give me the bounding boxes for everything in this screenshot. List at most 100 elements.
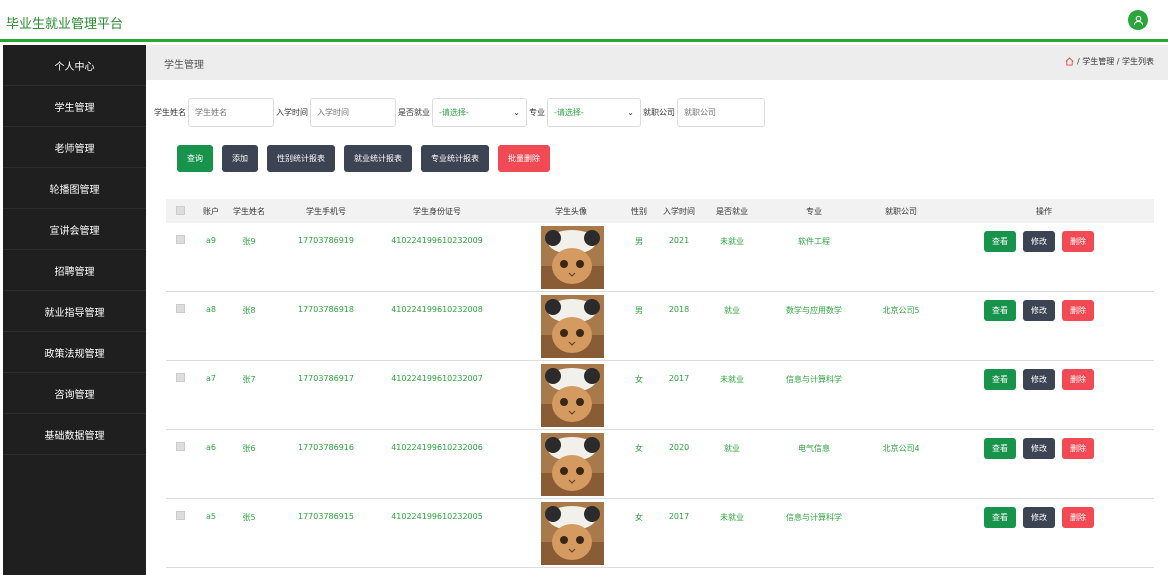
student-name-input[interactable] bbox=[188, 98, 274, 127]
major-report-button[interactable]: 专业统计报表 bbox=[421, 145, 489, 172]
edit-button[interactable]: 修改 bbox=[1023, 231, 1055, 252]
sidebar-item-teachers[interactable]: 老师管理 bbox=[3, 127, 146, 168]
cell-idcard: 410224199610232006 bbox=[391, 443, 483, 452]
view-button[interactable]: 查看 bbox=[984, 369, 1016, 390]
row-actions: 查看 修改 删除 bbox=[984, 300, 1094, 321]
cell-year: 2021 bbox=[668, 236, 690, 245]
main-content: 学生管理 / 学生管理 / 学生列表 学生姓名 入学时间 是否就业 -请选择- ⌄… bbox=[146, 45, 1168, 575]
header-actions: 操作 bbox=[1036, 206, 1052, 216]
edit-button[interactable]: 修改 bbox=[1023, 300, 1055, 321]
home-icon[interactable] bbox=[1065, 57, 1074, 66]
student-photo bbox=[541, 502, 604, 565]
row-actions: 查看 修改 删除 bbox=[984, 369, 1094, 390]
add-button[interactable]: 添加 bbox=[222, 145, 258, 172]
sidebar-item-consulting[interactable]: 咨询管理 bbox=[3, 373, 146, 414]
cell-major: 数学与应用数学 bbox=[786, 306, 842, 315]
cell-phone: 17703786917 bbox=[298, 374, 354, 383]
header-year: 入学时间 bbox=[663, 206, 695, 216]
delete-button[interactable]: 删除 bbox=[1062, 369, 1094, 390]
cell-name: 张6 bbox=[242, 444, 256, 453]
cell-major: 信息与计算科学 bbox=[786, 375, 842, 384]
sidebar-item-policies[interactable]: 政策法规管理 bbox=[3, 332, 146, 373]
breadcrumb-bar: 学生管理 / 学生管理 / 学生列表 bbox=[146, 45, 1168, 80]
top-header: 毕业生就业管理平台 bbox=[0, 0, 1168, 42]
cell-phone: 17703786919 bbox=[298, 236, 354, 245]
date-label: 入学时间 bbox=[276, 108, 308, 117]
breadcrumb: / 学生管理 / 学生列表 bbox=[1065, 56, 1154, 67]
cell-gender: 女 bbox=[635, 444, 643, 453]
sidebar-item-seminars[interactable]: 宣讲会管理 bbox=[3, 209, 146, 250]
cell-year: 2017 bbox=[668, 512, 690, 521]
employment-report-button[interactable]: 就业统计报表 bbox=[344, 145, 412, 172]
cell-name: 张7 bbox=[242, 375, 256, 384]
sidebar-item-recruitment[interactable]: 招聘管理 bbox=[3, 250, 146, 291]
view-button[interactable]: 查看 bbox=[984, 231, 1016, 252]
query-button[interactable]: 查询 bbox=[177, 145, 213, 172]
edit-button[interactable]: 修改 bbox=[1023, 507, 1055, 528]
header-gender: 性别 bbox=[631, 206, 647, 216]
employed-select[interactable]: -请选择- ⌄ bbox=[432, 98, 527, 127]
cell-account: a8 bbox=[206, 305, 216, 314]
row-actions: 查看 修改 删除 bbox=[984, 231, 1094, 252]
edit-button[interactable]: 修改 bbox=[1023, 369, 1055, 390]
delete-button[interactable]: 删除 bbox=[1062, 231, 1094, 252]
student-photo bbox=[541, 364, 604, 427]
select-all-checkbox[interactable] bbox=[176, 206, 185, 215]
search-filters: 学生姓名 入学时间 是否就业 -请选择- ⌄ 专业 -请选择- ⌄ 就职公司 bbox=[154, 98, 767, 127]
cell-gender: 女 bbox=[635, 513, 643, 522]
table-row: a8 张8 17703786918 410224199610232008 男 2018 就业… bbox=[166, 292, 1154, 361]
cell-year: 2020 bbox=[668, 443, 690, 452]
company-label: 就职公司 bbox=[643, 108, 675, 117]
student-photo bbox=[541, 295, 604, 358]
sidebar-item-basic-data[interactable]: 基础数据管理 bbox=[3, 414, 146, 455]
row-checkbox[interactable] bbox=[176, 235, 185, 244]
cell-idcard: 410224199610232005 bbox=[391, 512, 483, 521]
user-icon bbox=[1133, 15, 1143, 25]
action-toolbar: 查询 添加 性别统计报表 就业统计报表 专业统计报表 批量删除 bbox=[177, 145, 550, 172]
cell-gender: 男 bbox=[635, 237, 643, 246]
view-button[interactable]: 查看 bbox=[984, 438, 1016, 459]
cell-employed: 未就业 bbox=[720, 375, 744, 384]
company-input[interactable] bbox=[677, 98, 765, 127]
sidebar-item-carousel[interactable]: 轮播图管理 bbox=[3, 168, 146, 209]
row-checkbox[interactable] bbox=[176, 373, 185, 382]
cell-phone: 17703786918 bbox=[298, 305, 354, 314]
header-photo: 学生头像 bbox=[555, 206, 587, 216]
gender-report-button[interactable]: 性别统计报表 bbox=[267, 145, 335, 172]
student-photo-image bbox=[541, 502, 604, 565]
cell-employed: 就业 bbox=[724, 306, 740, 315]
major-select[interactable]: -请选择- ⌄ bbox=[547, 98, 641, 127]
student-photo bbox=[541, 226, 604, 289]
cell-idcard: 410224199610232007 bbox=[391, 374, 483, 383]
table-row: a7 张7 17703786917 410224199610232007 女 2017 未就… bbox=[166, 361, 1154, 430]
cell-company: 北京公司5 bbox=[882, 306, 920, 315]
chevron-down-icon: ⌄ bbox=[627, 108, 634, 117]
row-checkbox[interactable] bbox=[176, 442, 185, 451]
batch-delete-button[interactable]: 批量删除 bbox=[498, 145, 550, 172]
row-actions: 查看 修改 删除 bbox=[984, 507, 1094, 528]
view-button[interactable]: 查看 bbox=[984, 507, 1016, 528]
edit-button[interactable]: 修改 bbox=[1023, 438, 1055, 459]
view-button[interactable]: 查看 bbox=[984, 300, 1016, 321]
delete-button[interactable]: 删除 bbox=[1062, 507, 1094, 528]
cell-account: a9 bbox=[206, 236, 216, 245]
sidebar-item-students[interactable]: 学生管理 bbox=[3, 86, 146, 127]
table-row: a9 张9 17703786919 410224199610232009 男 2021 未就… bbox=[166, 223, 1154, 292]
row-checkbox[interactable] bbox=[176, 304, 185, 313]
row-checkbox[interactable] bbox=[176, 511, 185, 520]
delete-button[interactable]: 删除 bbox=[1062, 300, 1094, 321]
student-table: 账户 学生姓名 学生手机号 学生身份证号 学生头像 性别 入学时间 是否就业 专… bbox=[166, 199, 1154, 568]
chevron-down-icon: ⌄ bbox=[513, 108, 520, 117]
enroll-date-input[interactable] bbox=[310, 98, 396, 127]
header-name: 学生姓名 bbox=[233, 206, 265, 216]
cell-gender: 女 bbox=[635, 375, 643, 384]
cell-employed: 就业 bbox=[724, 444, 740, 453]
cell-name: 张5 bbox=[242, 513, 256, 522]
cell-name: 张8 bbox=[242, 306, 256, 315]
student-photo-image bbox=[541, 226, 604, 289]
sidebar-item-personal[interactable]: 个人中心 bbox=[3, 45, 146, 86]
delete-button[interactable]: 删除 bbox=[1062, 438, 1094, 459]
sidebar-item-guidance[interactable]: 就业指导管理 bbox=[3, 291, 146, 332]
student-photo-image bbox=[541, 364, 604, 427]
user-avatar-button[interactable] bbox=[1128, 10, 1148, 30]
